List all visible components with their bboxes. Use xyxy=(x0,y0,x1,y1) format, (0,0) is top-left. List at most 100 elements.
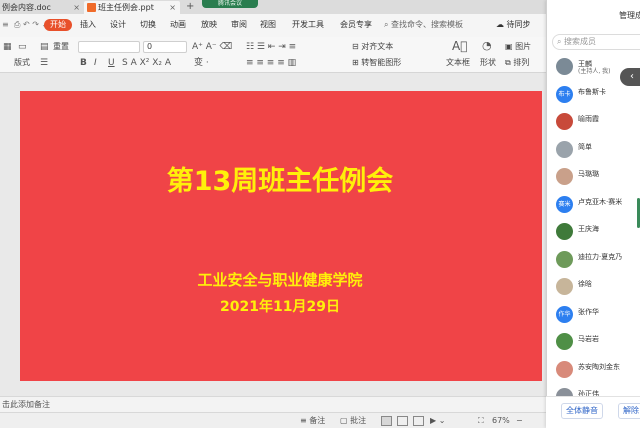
comments-toggle-label: 批注 xyxy=(350,416,367,425)
font-size-select[interactable]: 0 xyxy=(143,41,187,53)
close-icon[interactable]: × xyxy=(169,1,176,14)
font-name-select[interactable] xyxy=(78,41,140,53)
notes-toggle-label: 备注 xyxy=(309,416,326,425)
member-role-note: (主持人, 我) xyxy=(578,68,611,75)
fit-icon[interactable]: ⛶ xyxy=(478,415,484,427)
layout-icon[interactable]: ▤ xyxy=(40,41,49,53)
bold-icon[interactable]: B xyxy=(80,57,87,69)
arrange-icon: ⧉ xyxy=(505,58,511,67)
layout-button[interactable]: 版式 xyxy=(14,57,30,69)
slide-subtitle-date[interactable]: 2021年11月29日 xyxy=(20,296,540,316)
document-tab-bar: 例会内容.doc × 班主任例会.ppt × + 腾讯会议 xyxy=(0,0,640,14)
avatar xyxy=(556,278,573,295)
tab-ppt[interactable]: 班主任例会.ppt × xyxy=(84,1,180,14)
zoom-level[interactable]: 67% xyxy=(492,415,510,427)
picture-button[interactable]: ▣ 图片 xyxy=(505,41,531,53)
menu-tab-developer[interactable]: 开发工具 xyxy=(292,19,324,31)
slide-sorter-icon[interactable] xyxy=(397,416,408,426)
menu-tab-review[interactable]: 审阅 xyxy=(231,19,247,31)
avatar: 作华 xyxy=(556,305,573,323)
member-row[interactable]: 喻雨霞 xyxy=(547,110,640,138)
member-row[interactable]: 马璐璐 xyxy=(547,165,640,193)
meeting-members-panel: 管理成 ⌕ 搜索成员 王麟 (主持人, 我) 布卡 布鲁斯卡 喻雨霞 简单 马璐璐 赛米 卢克亚… xyxy=(546,0,640,428)
sync-status[interactable]: ☁ 待同步 xyxy=(496,19,531,31)
chevron-left-icon[interactable]: ‹ xyxy=(620,68,640,86)
cloud-icon: ☁ xyxy=(496,20,504,29)
menu-tab-insert[interactable]: 插入 xyxy=(80,19,96,31)
member-row[interactable]: 赛米 卢克亚木·赛米 xyxy=(547,193,640,221)
menu-tab-view[interactable]: 视图 xyxy=(260,19,276,31)
align-text-icon: ⊟ xyxy=(352,42,359,51)
member-row[interactable]: 王庆海 xyxy=(547,220,640,248)
new-tab-button[interactable]: + xyxy=(186,0,194,13)
textbox-icon[interactable]: A⃞ xyxy=(452,40,467,52)
paste-icon[interactable]: ▦ xyxy=(3,41,12,53)
avatar xyxy=(556,58,573,75)
slide[interactable]: 第13周班主任例会 工业安全与职业健康学院 2021年11月29日 xyxy=(20,91,542,381)
unmute-all-button[interactable]: 解除 xyxy=(618,403,640,419)
meeting-indicator[interactable]: 腾讯会议 xyxy=(202,0,258,8)
ppt-file-icon xyxy=(87,3,96,12)
shape-button[interactable]: 形状 xyxy=(480,57,496,69)
mute-all-button[interactable]: 全体静音 xyxy=(561,403,603,419)
member-name: 马璐璐 xyxy=(578,170,599,178)
align-text-button[interactable]: ⊟ 对齐文本 xyxy=(352,41,393,53)
section-icon[interactable]: ☰ xyxy=(40,57,48,69)
text-effects-icon[interactable]: S A X² X₂ A xyxy=(122,57,171,69)
tab-doc[interactable]: 例会内容.doc × xyxy=(0,1,84,14)
font-color-icon[interactable]: 变 · xyxy=(194,57,209,69)
member-row[interactable]: 徐晗 xyxy=(547,275,640,303)
notes-toggle[interactable]: ≡ 备注 xyxy=(300,415,325,427)
menu-tab-design[interactable]: 设计 xyxy=(110,19,126,31)
member-row[interactable]: 简单 xyxy=(547,138,640,166)
member-search-input[interactable]: ⌕ 搜索成员 xyxy=(552,34,640,50)
member-row[interactable]: 马岩岩 xyxy=(547,330,640,358)
comments-toggle[interactable]: ▢ 批注 xyxy=(340,415,366,427)
member-name: 苏安陶刘金东 xyxy=(578,362,620,371)
member-row[interactable]: 迪拉力·夏克乃 xyxy=(547,248,640,276)
menu-tab-slideshow[interactable]: 放映 xyxy=(201,19,217,31)
tab-doc-label: 例会内容.doc xyxy=(2,3,51,12)
textbox-button[interactable]: 文本框 xyxy=(446,57,470,69)
member-name: 布鲁斯卡 xyxy=(578,87,606,96)
normal-view-icon[interactable] xyxy=(381,416,392,426)
avatar: 布卡 xyxy=(556,85,573,103)
underline-icon[interactable]: U xyxy=(108,57,115,69)
menu-tab-home[interactable]: 开始 xyxy=(44,19,72,31)
avatar xyxy=(556,168,573,185)
member-name: 马岩岩 xyxy=(578,335,599,343)
italic-icon[interactable]: I xyxy=(94,57,97,69)
avatar xyxy=(556,223,573,240)
reset-button[interactable]: 重置 xyxy=(53,41,69,53)
align-icons[interactable]: ≡ ≡ ≡ ≡ ▥ xyxy=(246,57,296,69)
smart-shape-button[interactable]: ⊞ 转智能图形 xyxy=(352,57,401,69)
member-name: 张作华 xyxy=(578,307,599,316)
slide-title[interactable]: 第13周班主任例会 xyxy=(20,159,540,198)
command-search[interactable]: ⌕ 查找命令、搜索模板 xyxy=(384,19,463,31)
slide-canvas: 第13周班主任例会 工业安全与职业健康学院 2021年11月29日 xyxy=(0,73,546,396)
menu-tab-transition[interactable]: 切换 xyxy=(140,19,156,31)
close-icon[interactable]: × xyxy=(73,1,80,14)
slide-subtitle-school[interactable]: 工业安全与职业健康学院 xyxy=(20,269,540,290)
font-size-controls-icon[interactable]: A⁺ A⁻ ⌫ xyxy=(192,41,232,53)
status-bar: ≡ 备注 ▢ 批注 ▶ ⌄ ⛶ 67% − xyxy=(0,412,640,428)
avatar xyxy=(556,333,573,350)
arrange-button[interactable]: ⧉ 排列 xyxy=(505,57,529,69)
menu-tab-member[interactable]: 会员专享 xyxy=(340,19,372,31)
menu-tab-animation[interactable]: 动画 xyxy=(170,19,186,31)
reading-view-icon[interactable] xyxy=(413,416,424,426)
slideshow-icon[interactable]: ▶ ⌄ xyxy=(430,415,445,427)
member-row[interactable]: 布卡 布鲁斯卡 xyxy=(547,83,640,111)
shape-icon[interactable]: ◔ xyxy=(482,40,492,52)
avatar: 赛米 xyxy=(556,195,573,213)
list-icons[interactable]: ☷ ☰ ⇤ ⇥ ≡ xyxy=(246,41,296,53)
member-row[interactable]: 作华 张作华 xyxy=(547,303,640,331)
search-icon: ⌕ xyxy=(557,37,562,46)
new-slide-icon[interactable]: ▭ xyxy=(18,41,27,53)
search-icon: ⌕ xyxy=(384,20,389,29)
notes-pane[interactable]: 击此添加备注 xyxy=(0,396,546,412)
avatar xyxy=(556,113,573,130)
member-row[interactable]: 苏安陶刘金东 xyxy=(547,358,640,386)
zoom-out-icon[interactable]: − xyxy=(516,415,523,427)
menu-icon[interactable]: ≡ xyxy=(2,19,9,31)
